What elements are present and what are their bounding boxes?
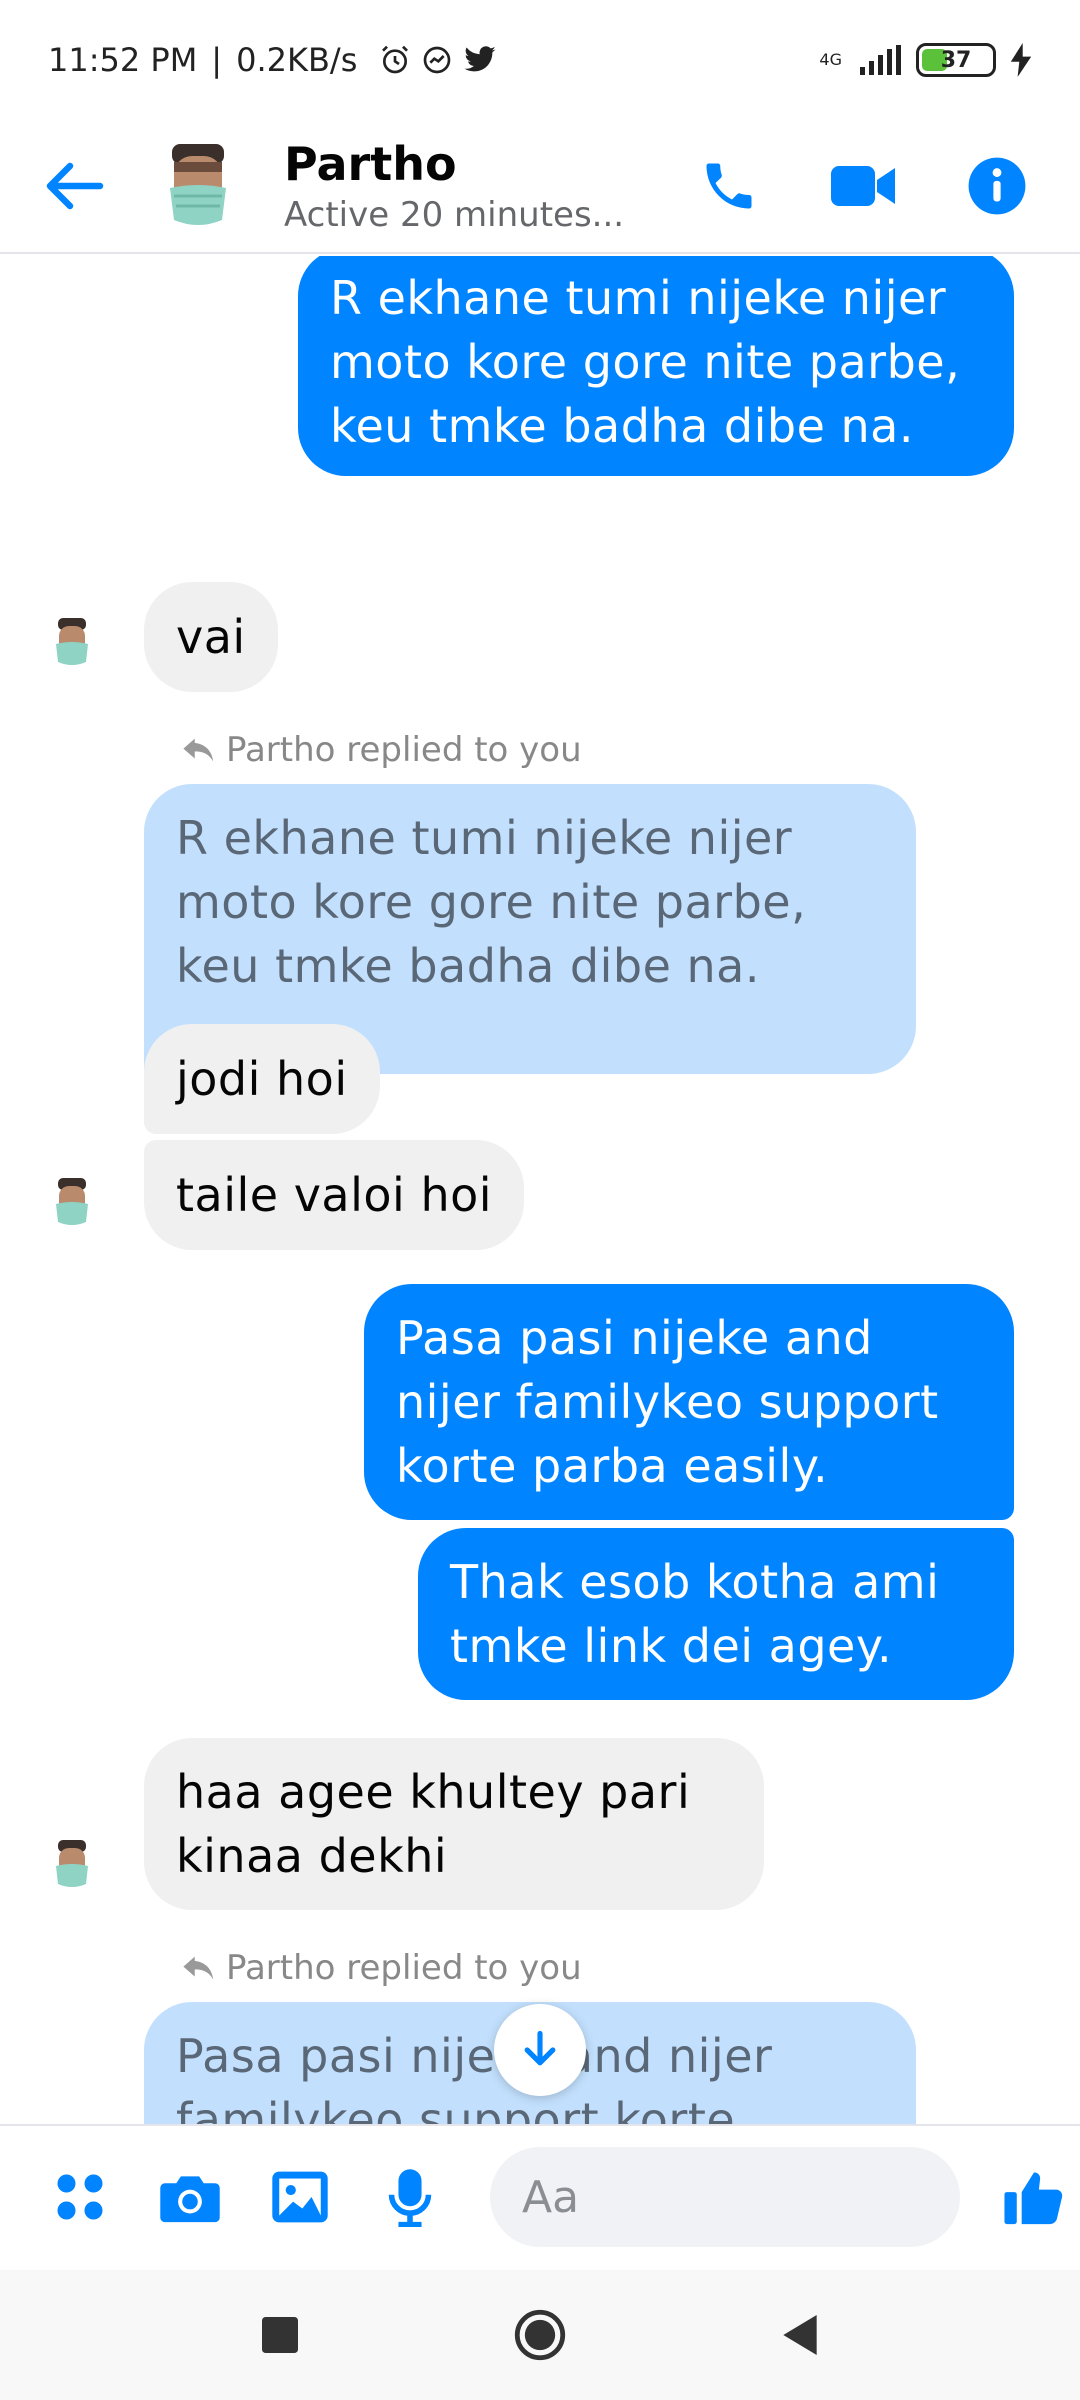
message-input[interactable] (522, 2171, 1070, 2223)
status-speed: 0.2KB/s (236, 41, 358, 79)
alarm-icon (382, 45, 409, 74)
incoming-message[interactable]: vai (144, 582, 278, 692)
info-button[interactable] (958, 147, 1036, 225)
contact-status: Active 20 minutes... (284, 195, 625, 235)
avatar[interactable] (46, 1176, 98, 1228)
back-button[interactable] (0, 119, 150, 253)
reply-label: Partho replied to you (182, 1948, 582, 1988)
arrow-down-icon (524, 2030, 556, 2066)
message-list[interactable]: R ekhane tumi nijeke nijer moto kore gor… (0, 256, 1080, 2124)
phone-icon (706, 163, 752, 209)
like-button[interactable] (998, 2161, 1070, 2233)
outgoing-message[interactable]: R ekhane tumi nijeke nijer moto kore gor… (298, 256, 1014, 476)
back-arrow-icon (46, 162, 104, 210)
video-icon (831, 166, 895, 206)
reply-icon (183, 1956, 214, 1980)
message-composer (0, 2124, 1080, 2268)
network-label: 4G (819, 50, 842, 69)
signal-icon (860, 45, 901, 75)
incoming-message[interactable]: taile valoi hoi (144, 1140, 525, 1250)
outgoing-message[interactable]: Thak esob kotha ami tmke link dei agey. (418, 1528, 1014, 1700)
gallery-button[interactable] (264, 2161, 336, 2233)
call-button[interactable] (690, 147, 768, 225)
camera-icon (160, 2176, 220, 2223)
avatar[interactable] (46, 1838, 98, 1890)
thumbs-up-icon (1004, 2172, 1063, 2225)
status-bar: 11:52 PM | 0.2KB/s 4G 37 (0, 0, 1080, 120)
status-time: 11:52 PM (48, 41, 198, 79)
recent-apps-button[interactable] (250, 2305, 310, 2365)
gallery-icon (272, 2171, 328, 2223)
scroll-to-bottom-button[interactable] (494, 2004, 586, 2096)
home-circle-icon (514, 2309, 566, 2361)
battery-level: 37 (940, 47, 972, 73)
avatar[interactable] (46, 616, 98, 668)
system-navigation-bar (0, 2270, 1080, 2400)
info-icon (968, 157, 1026, 215)
outgoing-message[interactable]: Pasa pasi nijeke and nijer familykeo sup… (364, 1284, 1014, 1520)
home-button[interactable] (510, 2305, 570, 2365)
avatar[interactable] (150, 138, 246, 234)
reply-icon (183, 738, 214, 762)
charging-icon (1010, 43, 1032, 77)
voice-button[interactable] (374, 2161, 446, 2233)
camera-button[interactable] (154, 2161, 226, 2233)
video-call-button[interactable] (824, 147, 902, 225)
battery-icon: 37 (916, 43, 996, 77)
conversation-header: Partho Active 20 minutes... (0, 120, 1080, 254)
message-input-wrapper[interactable] (490, 2147, 1070, 2247)
menu-dots-icon (57, 2174, 103, 2220)
incoming-message[interactable]: haa agee khultey pari kinaa dekhi (144, 1738, 764, 1910)
system-back-button[interactable] (770, 2305, 830, 2365)
triangle-back-icon (783, 2315, 817, 2355)
square-icon (262, 2317, 298, 2353)
microphone-icon (388, 2169, 432, 2227)
twitter-icon (464, 46, 496, 72)
contact-name[interactable]: Partho (284, 137, 690, 191)
incoming-message[interactable]: jodi hoi (144, 1024, 380, 1134)
status-separator: | (211, 41, 223, 79)
reply-label: Partho replied to you (182, 730, 582, 770)
messenger-status-icon (424, 46, 451, 74)
more-actions-button[interactable] (44, 2161, 116, 2233)
